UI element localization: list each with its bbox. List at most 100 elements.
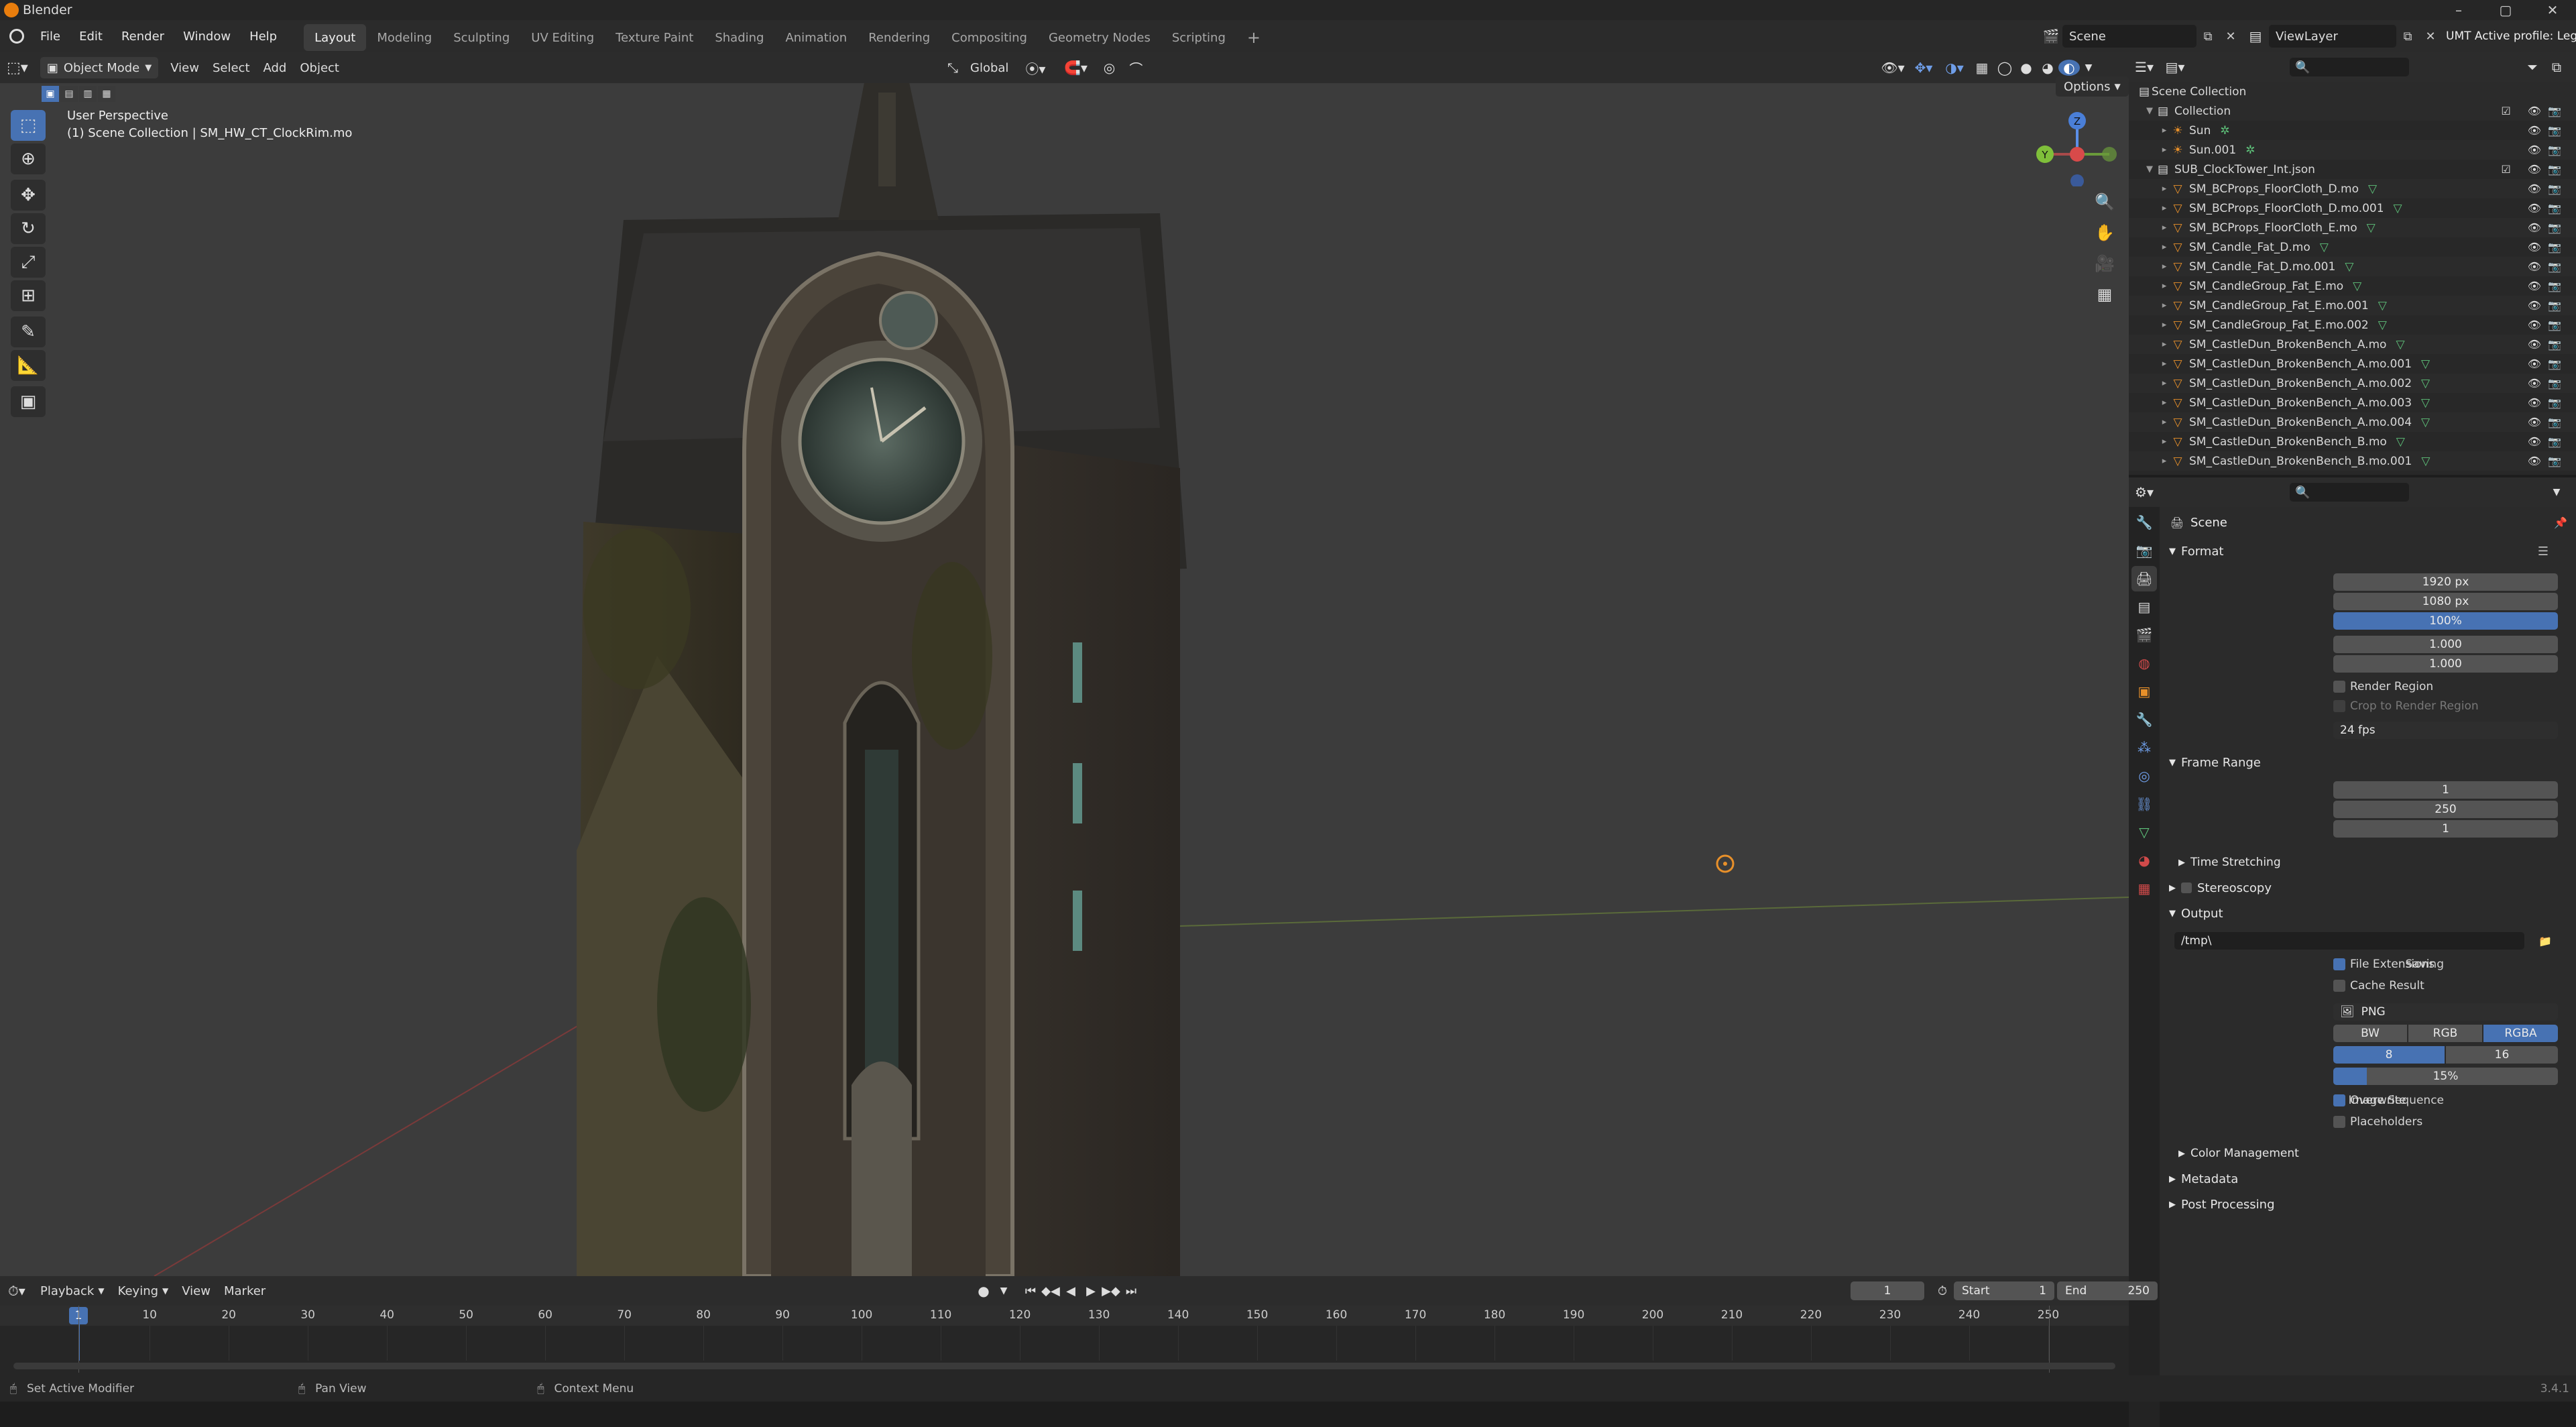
visibility-toggle-icon[interactable]: 👁📷 <box>2528 202 2568 215</box>
mesh-data-icon[interactable]: ▽ <box>2345 260 2353 274</box>
metadata-panel-header[interactable]: ▶ Metadata <box>2164 1167 2569 1191</box>
mesh-data-icon[interactable]: ▽ <box>2368 182 2377 196</box>
format-panel-header[interactable]: ▼ Format ☰ <box>2164 539 2569 563</box>
render-region-checkbox[interactable] <box>2333 681 2345 693</box>
outliner-object-row[interactable]: ▸ ☀ Sun.001 ✲ 👁📷 <box>2129 140 2576 160</box>
visibility-toggle-icon[interactable]: 👁📷 <box>2528 182 2568 195</box>
delete-scene-icon[interactable]: ✕ <box>2219 30 2242 44</box>
overwrite-checkbox[interactable] <box>2333 1094 2345 1106</box>
scene-name-field[interactable]: Scene <box>2062 25 2197 48</box>
chevron-right-icon[interactable]: ▸ <box>2158 262 2170 272</box>
menu-window[interactable]: Window <box>174 20 240 52</box>
output-tab-icon[interactable]: 🖨 <box>2131 566 2157 591</box>
select-intersect-icon[interactable]: ▦ <box>98 86 115 102</box>
view-layer-icon[interactable]: ▤ <box>2242 28 2269 44</box>
gizmo-x-axis[interactable] <box>2070 147 2085 162</box>
material-shading-icon[interactable]: ◕ <box>2037 60 2058 76</box>
menu-add[interactable]: Add <box>257 52 294 83</box>
visibility-toggle-icon[interactable]: 👁📷 <box>2528 416 2568 429</box>
workspace-tab-layout[interactable]: Layout <box>304 24 367 51</box>
gizmo-toggle-icon[interactable]: ✥▾ <box>1908 60 1939 76</box>
constraints-tab-icon[interactable]: ⛓ <box>2131 791 2157 817</box>
visibility-toggle-icon[interactable]: 👁📷 <box>2528 299 2568 312</box>
outliner-object-row[interactable]: ▸ ☀ Sun ✲ 👁📷 <box>2129 121 2576 140</box>
record-icon[interactable]: ● <box>972 1283 995 1299</box>
outliner-object-row[interactable]: ▸ ▽ SM_CastleDun_BrokenBench_A.mo ▽ 👁📷 <box>2129 335 2576 354</box>
annotate-tool-icon[interactable]: ✎ <box>11 317 46 347</box>
outliner-object-row[interactable]: ▸ ▽ SM_CandleGroup_Fat_E.mo.002 ▽ 👁📷 <box>2129 315 2576 335</box>
menu-playback[interactable]: Playback ▼ <box>34 1276 111 1306</box>
camera-view-icon[interactable]: 🎥 <box>2089 248 2120 279</box>
outliner-scene-collection[interactable]: ▤ Scene Collection <box>2129 82 2576 101</box>
outliner-object-row[interactable]: ▸ ▽ SM_BCProps_FloorCloth_E.mo ▽ 👁📷 <box>2129 218 2576 237</box>
frame-step-field[interactable]: 1 <box>2333 820 2558 838</box>
select-extend-icon[interactable]: ▤ <box>60 86 78 102</box>
preview-range-icon[interactable]: ⏱ <box>1931 1284 1954 1298</box>
workspace-tab-geometry-nodes[interactable]: Geometry Nodes <box>1038 24 1161 51</box>
compression-slider[interactable]: 15% <box>2333 1068 2558 1085</box>
render-tab-icon[interactable]: 📷 <box>2131 538 2157 563</box>
play-reverse-icon[interactable]: ◀ <box>1061 1284 1081 1298</box>
mesh-data-icon[interactable]: ▽ <box>2421 455 2430 468</box>
visibility-toggle-icon[interactable]: 👁📷 <box>2528 241 2568 253</box>
xray-toggle-icon[interactable]: ▦ <box>1970 60 1994 76</box>
pivot-point-icon[interactable]: ⦿▾ <box>1015 58 1055 78</box>
outliner-object-row[interactable]: ▸ ▽ SM_Candle_Fat_D.mo.001 ▽ 👁📷 <box>2129 257 2576 276</box>
output-path-input[interactable]: /tmp\ <box>2174 932 2524 950</box>
select-subtract-icon[interactable]: ▥ <box>79 86 97 102</box>
visibility-toggle-icon[interactable]: 👁📷 <box>2528 280 2568 292</box>
outliner-object-row[interactable]: ▸ ▽ SM_BCProps_FloorCloth_D.mo.001 ▽ 👁📷 <box>2129 198 2576 218</box>
mesh-data-icon[interactable]: ▽ <box>2394 202 2402 215</box>
mesh-data-icon[interactable]: ▽ <box>2421 396 2430 410</box>
chevron-right-icon[interactable]: ▸ <box>2158 456 2170 466</box>
transform-orientation-dropdown[interactable]: Global <box>963 52 1015 83</box>
output-panel-header[interactable]: ▼ Output <box>2164 901 2569 925</box>
menu-object[interactable]: Object <box>293 52 346 83</box>
menu-edit[interactable]: Edit <box>70 20 112 52</box>
visibility-toggle-icon[interactable]: 👁📷 <box>2528 396 2568 409</box>
timeline-scrollbar[interactable] <box>13 1363 2115 1369</box>
object-tab-icon[interactable]: ▣ <box>2131 679 2157 704</box>
outliner-object-row[interactable]: ▸ ▽ SM_CastleDun_BrokenBench_A.mo.004 ▽ 👁📷 <box>2129 412 2576 432</box>
chevron-right-icon[interactable]: ▸ <box>2158 145 2170 155</box>
move-tool-icon[interactable]: ✥ <box>11 180 46 211</box>
aspect-x-field[interactable]: 1.000 <box>2333 636 2558 653</box>
mesh-data-icon[interactable]: ▽ <box>2421 416 2430 429</box>
add-workspace-button[interactable]: + <box>1236 24 1271 51</box>
mode-dropdown[interactable]: ▣ Object Mode ▼ <box>40 57 159 78</box>
chevron-right-icon[interactable]: ▸ <box>2158 398 2170 408</box>
rotate-tool-icon[interactable]: ↻ <box>11 213 46 244</box>
timeline-editor-type-icon[interactable]: ⏱▾ <box>0 1283 34 1299</box>
visibility-toggle-icon[interactable]: 👁📷 <box>2528 260 2568 273</box>
mesh-data-icon[interactable]: ▽ <box>2320 241 2329 254</box>
new-scene-icon[interactable]: ⧉ <box>2197 30 2219 44</box>
presets-icon[interactable]: ☰ <box>2538 545 2549 559</box>
chevron-right-icon[interactable]: ▸ <box>2158 203 2170 213</box>
proportional-edit-icon[interactable]: ◎ <box>1096 60 1122 76</box>
select-box-tool-icon[interactable]: ⬚ <box>11 110 46 141</box>
solid-shading-icon[interactable]: ● <box>2015 60 2037 76</box>
workspace-tab-animation[interactable]: Animation <box>774 24 858 51</box>
maximize-button[interactable]: ▢ <box>2482 0 2529 20</box>
navigation-gizmo[interactable]: Z Y <box>2025 106 2125 186</box>
particles-tab-icon[interactable]: ⁂ <box>2131 735 2157 760</box>
new-view-layer-icon[interactable]: ⧉ <box>2396 30 2419 44</box>
folder-browse-icon[interactable]: 📁 <box>2534 932 2557 950</box>
mesh-data-icon[interactable]: ▽ <box>2367 221 2376 235</box>
blender-menu-icon[interactable] <box>0 20 31 52</box>
chevron-right-icon[interactable]: ▸ <box>2158 281 2170 291</box>
color-depth-16-option[interactable]: 16 <box>2446 1046 2558 1064</box>
outliner-editor-type-icon[interactable]: ☰▾ <box>2129 59 2160 75</box>
select-new-icon[interactable]: ▣ <box>42 86 59 102</box>
frame-start-field[interactable]: 1 <box>2333 781 2558 799</box>
visibility-toggle-icon[interactable]: 👁📷 <box>2528 474 2568 475</box>
tool-tab-icon[interactable]: 🔧 <box>2131 510 2157 535</box>
chevron-right-icon[interactable]: ▸ <box>2158 417 2170 427</box>
color-rgba-option[interactable]: RGBA <box>2483 1025 2558 1042</box>
physics-tab-icon[interactable]: ◎ <box>2131 763 2157 789</box>
visibility-selectability-icon[interactable]: 👁▾ <box>1877 60 1908 76</box>
workspace-tab-compositing[interactable]: Compositing <box>941 24 1038 51</box>
chevron-right-icon[interactable]: ▸ <box>2158 359 2170 369</box>
chevron-down-icon[interactable]: ▼ <box>2144 106 2156 116</box>
cache-result-checkbox[interactable] <box>2333 980 2345 992</box>
